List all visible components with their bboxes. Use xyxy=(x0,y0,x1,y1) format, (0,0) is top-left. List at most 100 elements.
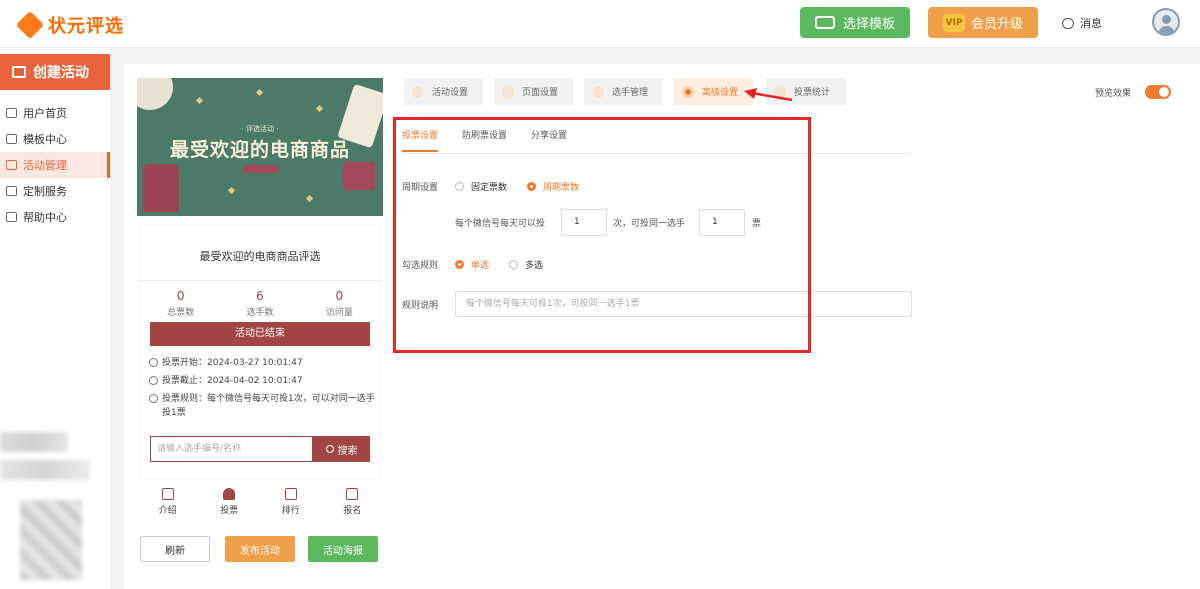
sidebar-item-label: 用户首页 xyxy=(23,107,67,120)
chat-icon xyxy=(1062,17,1074,29)
player-search-input[interactable]: 请输入选手编号/名称 xyxy=(150,436,313,462)
sidebar-item-templates[interactable]: 模板中心 xyxy=(0,126,110,152)
tab-advanced-settings[interactable]: 高级设置 xyxy=(674,78,753,105)
logo[interactable]: 状元评选 xyxy=(15,10,124,40)
folder-icon xyxy=(6,134,17,144)
preview-tab-label: 排行 xyxy=(281,506,300,516)
sidebar-item-activity-management[interactable]: 活动管理 xyxy=(0,152,110,178)
info-icon xyxy=(149,394,158,403)
star-decoration xyxy=(305,194,314,203)
ranking-icon xyxy=(284,488,297,500)
user-avatar-icon[interactable] xyxy=(1152,8,1180,36)
tools-icon xyxy=(6,186,17,196)
preview-tab-label: 投票 xyxy=(220,506,239,516)
sidebar-item-label: 定制服务 xyxy=(23,185,67,198)
refresh-button[interactable]: 刷新 xyxy=(140,536,210,562)
activity-title: 最受欢迎的电商商品评选 xyxy=(199,250,321,263)
advanced-icon xyxy=(682,85,694,98)
tab-label: 高级设置 xyxy=(702,88,739,98)
search-button[interactable]: 搜索 xyxy=(313,436,370,462)
banner-title: 最受欢迎的电商商品 xyxy=(169,139,350,161)
preview-tab-signup[interactable]: 报名 xyxy=(322,484,384,524)
player-search: 请输入选手编号/名称 搜索 xyxy=(150,436,370,462)
activity-banner: · 评选活动 · 最受欢迎的电商商品 xyxy=(137,78,383,216)
sidebar-item-label: 活动管理 xyxy=(23,159,67,172)
book-icon xyxy=(6,212,17,222)
add-box-icon xyxy=(12,66,26,78)
preview-tab-label: 报名 xyxy=(343,506,362,516)
select-template-label: 选择模板 xyxy=(842,17,895,32)
template-icon xyxy=(814,16,835,29)
vote-start-info: 投票开始：2024-03-27 10:01:47 xyxy=(149,356,375,370)
vip-icon: VIP xyxy=(942,13,965,32)
vote-end-info: 投票截止：2024-04-02 10:01:47 xyxy=(149,374,375,388)
sidebar-item-custom-service[interactable]: 定制服务 xyxy=(0,178,110,204)
vote-start-text: 投票开始：2024-03-27 10:01:47 xyxy=(162,358,303,368)
stat-value: 0 xyxy=(335,289,344,303)
create-activity-button[interactable]: 创建活动 xyxy=(0,54,110,90)
top-header: 状元评选 选择模板 VIP 会员升级 消息 xyxy=(0,0,1200,48)
preview-effect-toggle[interactable] xyxy=(1145,85,1171,99)
clock-icon xyxy=(149,376,158,385)
vip-upgrade-button[interactable]: VIP 会员升级 xyxy=(928,7,1038,38)
signup-icon xyxy=(346,488,359,500)
sidebar-item-label: 模板中心 xyxy=(23,133,67,146)
vote-rule-text: 投票规则：每个微信号每天可投1次，可以对同一选手投1票 xyxy=(162,394,375,418)
preview-tab-vote[interactable]: 投票 xyxy=(199,484,261,524)
vote-rule-info: 投票规则：每个微信号每天可投1次，可以对同一选手投1票 xyxy=(149,392,375,420)
publish-activity-button[interactable]: 发布活动 xyxy=(225,536,295,562)
messages-label: 消息 xyxy=(1080,17,1102,30)
user-icon xyxy=(223,488,236,500)
activity-poster-button[interactable]: 活动海报 xyxy=(308,536,378,562)
select-template-button[interactable]: 选择模板 xyxy=(800,7,910,38)
preview-tab-intro[interactable]: 介绍 xyxy=(137,484,199,524)
activity-stats: 0 总票数 6 选手数 0 访问量 xyxy=(141,280,379,320)
star-decoration xyxy=(195,96,204,105)
blurred-region xyxy=(0,432,68,452)
highlight-annotation-box xyxy=(393,117,811,353)
stat-players: 6 选手数 xyxy=(220,281,299,320)
sidebar-nav: 用户首页 模板中心 活动管理 定制服务 帮助中心 xyxy=(0,100,110,230)
document-icon xyxy=(161,488,174,500)
red-arrow-annotation xyxy=(744,88,793,102)
tab-label: 活动设置 xyxy=(432,88,469,98)
tab-player-management[interactable]: 选手管理 xyxy=(584,78,663,105)
preview-bottom-tabs: 介绍 投票 排行 报名 xyxy=(137,484,383,524)
search-icon xyxy=(325,445,334,453)
stat-label: 总票数 xyxy=(167,308,195,318)
stat-value: 6 xyxy=(256,289,264,303)
home-icon xyxy=(6,108,17,118)
users-icon xyxy=(592,85,604,98)
sidebar-item-home[interactable]: 用户首页 xyxy=(0,100,110,126)
clock-icon xyxy=(149,358,158,367)
sidebar-item-label: 帮助中心 xyxy=(23,211,67,224)
messages-link[interactable]: 消息 xyxy=(1062,15,1102,31)
star-decoration xyxy=(255,88,264,97)
mobile-preview: · 评选活动 · 最受欢迎的电商商品 最受欢迎的电商商品评选 0 总票数 6 选… xyxy=(137,78,383,578)
stat-label: 访问量 xyxy=(325,308,353,318)
banner-pill xyxy=(243,165,279,173)
tab-activity-settings[interactable]: 活动设置 xyxy=(404,78,483,105)
vote-end-text: 投票截止：2024-04-02 10:01:47 xyxy=(162,376,303,386)
banner-subtitle: · 评选活动 · xyxy=(241,125,279,133)
sidebar-item-help[interactable]: 帮助中心 xyxy=(0,204,110,230)
vip-upgrade-label: 会员升级 xyxy=(970,17,1023,32)
create-activity-label: 创建活动 xyxy=(33,65,89,81)
stat-total-votes: 0 总票数 xyxy=(141,281,220,320)
tab-label: 选手管理 xyxy=(612,88,649,98)
preview-tab-label: 介绍 xyxy=(158,506,177,516)
preview-tab-ranking[interactable]: 排行 xyxy=(260,484,322,524)
blurred-qr-code xyxy=(20,500,82,580)
star-decoration xyxy=(227,186,236,195)
preview-effect-label: 预览效果 xyxy=(1095,89,1132,99)
tab-label: 页面设置 xyxy=(522,88,559,98)
settings-icon xyxy=(412,85,424,98)
sidebar: 创建活动 用户首页 模板中心 活动管理 定制服务 帮助中心 xyxy=(0,48,110,589)
logo-text: 状元评选 xyxy=(48,16,124,37)
logo-icon xyxy=(15,10,45,40)
stat-value: 0 xyxy=(176,289,185,303)
stat-label: 选手数 xyxy=(246,308,274,318)
tab-page-settings[interactable]: 页面设置 xyxy=(494,78,573,105)
shirt-illustration xyxy=(143,164,179,212)
search-button-label: 搜索 xyxy=(337,445,358,457)
